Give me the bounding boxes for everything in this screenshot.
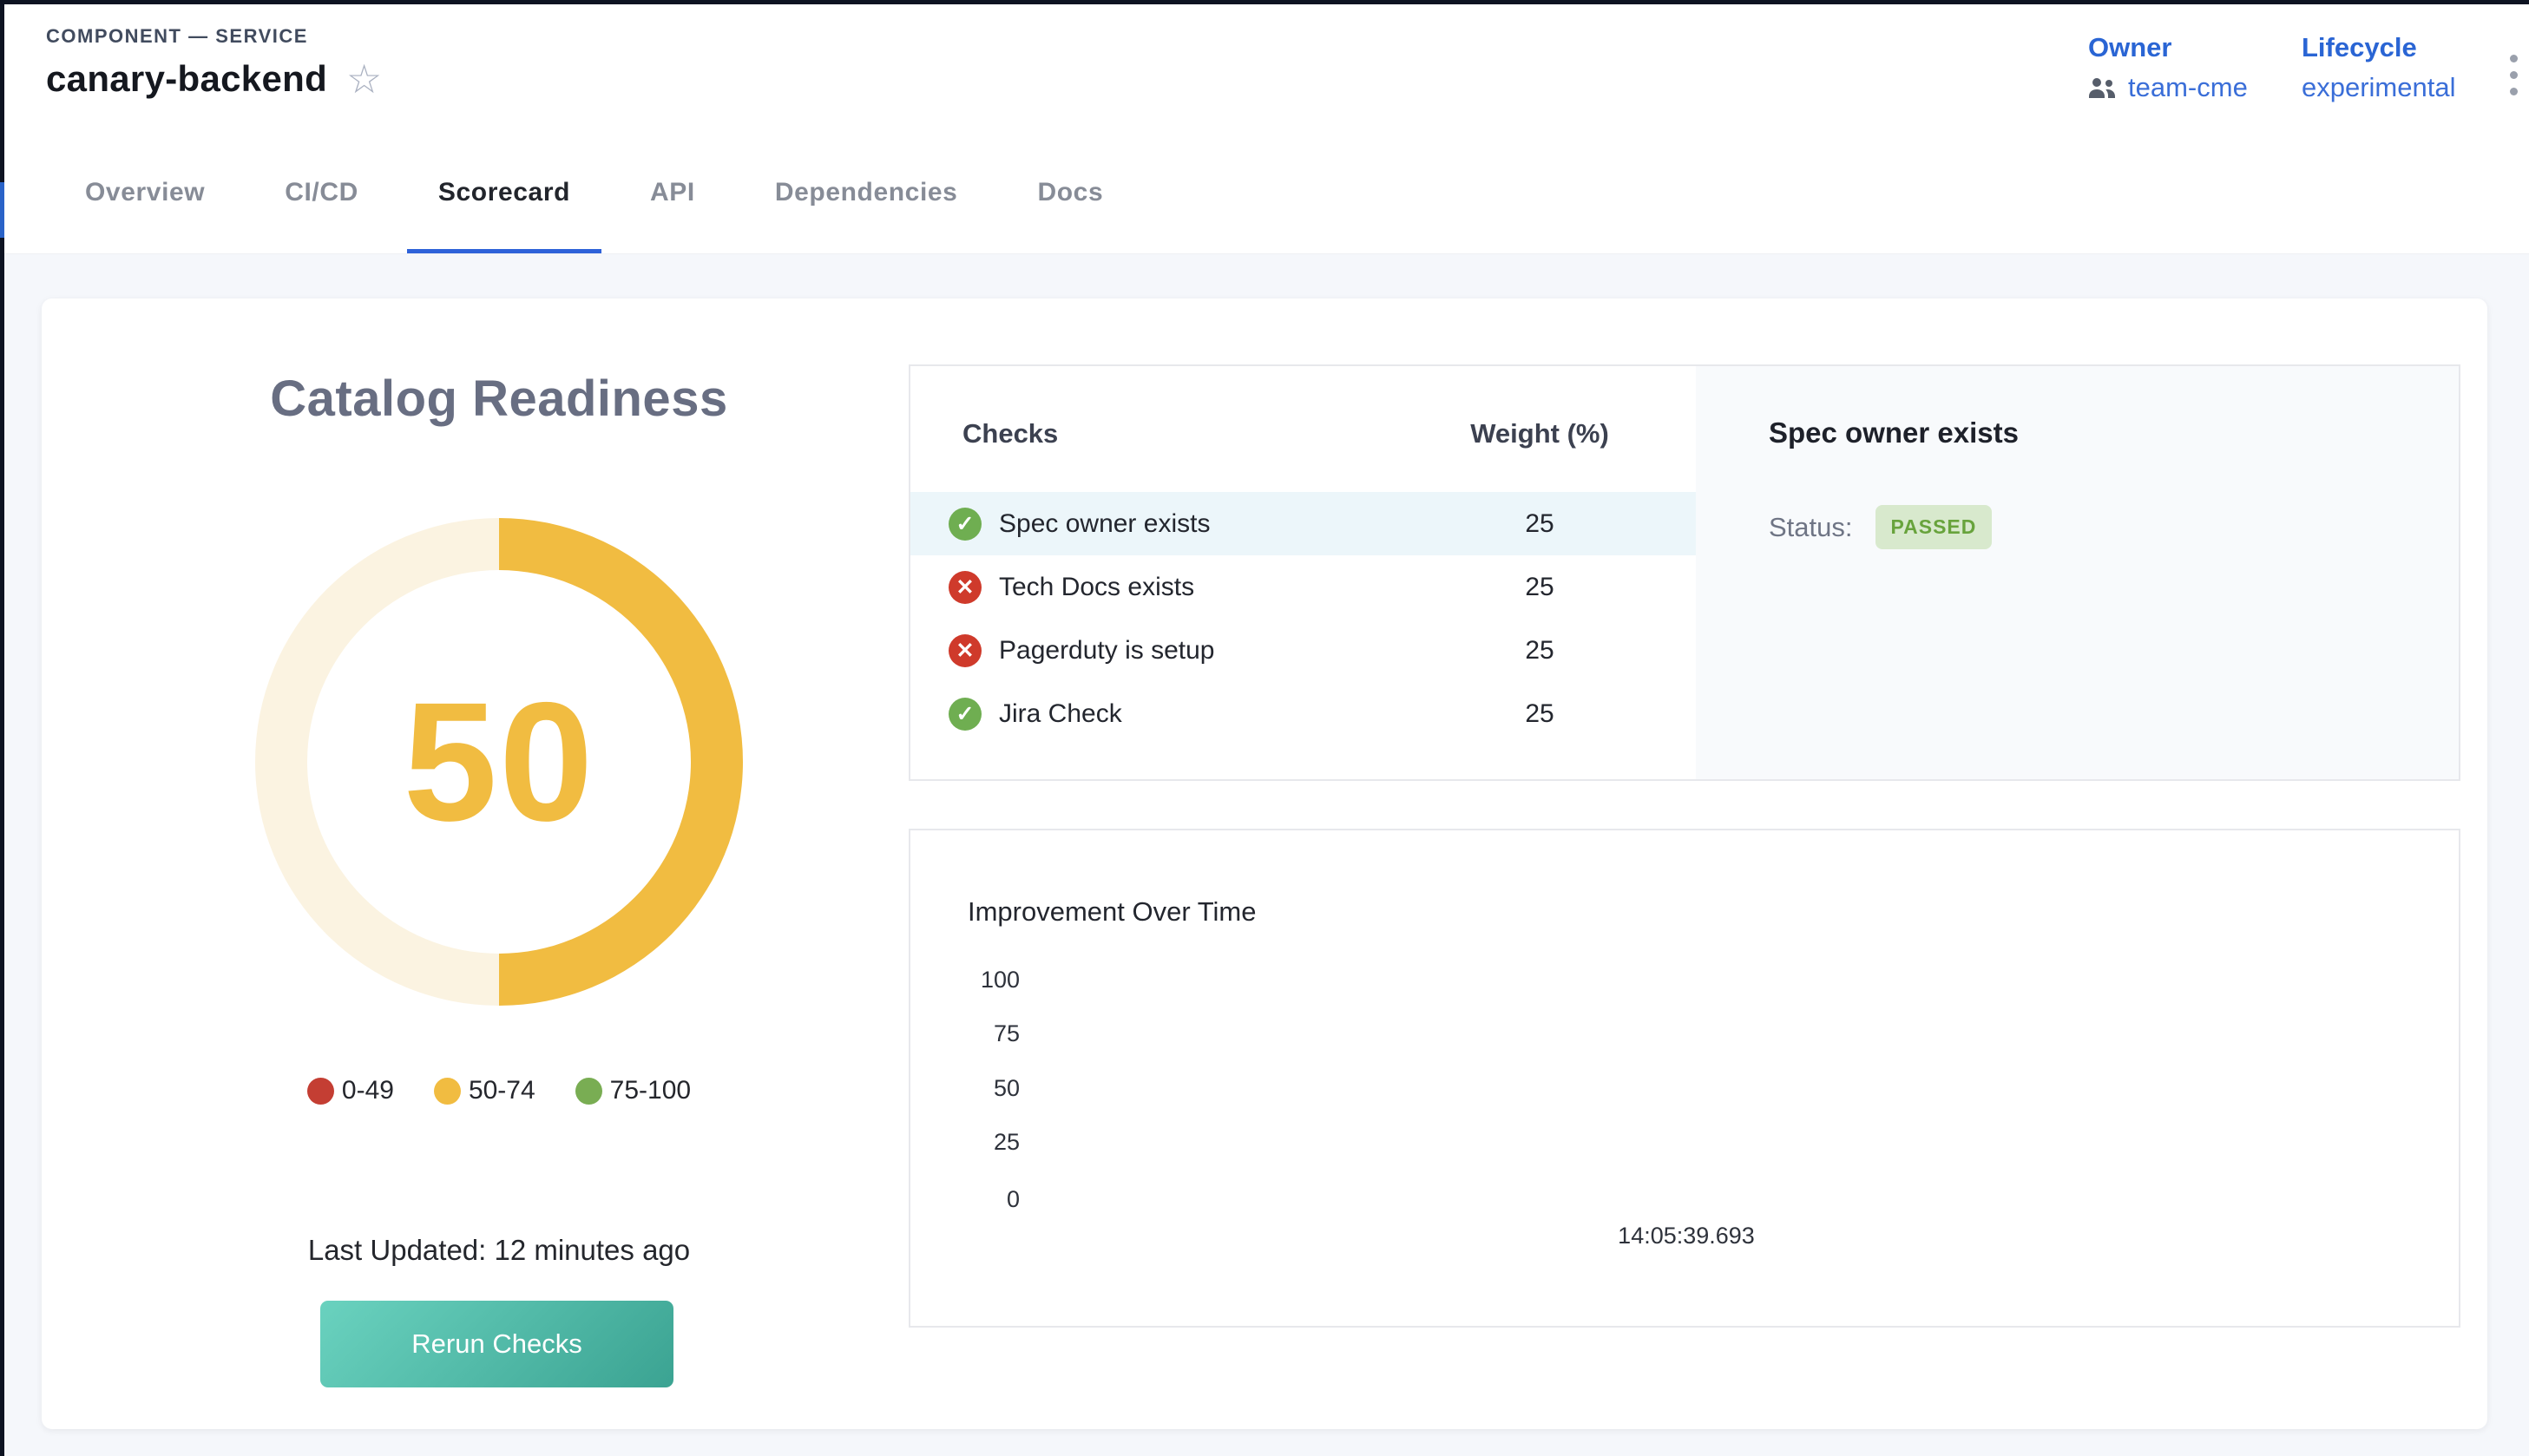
lifecycle-block: Lifecycle experimental <box>2302 32 2455 103</box>
legend-dot-yellow <box>434 1078 461 1105</box>
tab-scorecard[interactable]: Scorecard <box>398 131 610 253</box>
tab-overview[interactable]: Overview <box>45 131 245 253</box>
status-label: Status: <box>1769 512 1853 543</box>
team-icon <box>2088 77 2118 98</box>
rerun-checks-button[interactable]: Rerun Checks <box>320 1301 673 1387</box>
check-row-pagerduty[interactable]: ✕ Pagerduty is setup 25 <box>910 619 1696 682</box>
entity-kind-breadcrumb: COMPONENT — SERVICE <box>46 25 382 48</box>
entity-header: COMPONENT — SERVICE canary-backend ☆ Own… <box>0 4 2529 131</box>
legend-dot-red <box>307 1078 334 1105</box>
status-badge: PASSED <box>1875 505 1993 549</box>
x-axis-tick: 14:05:39.693 <box>1573 1223 1799 1249</box>
weight-column-header: Weight (%) <box>1435 418 1644 449</box>
entity-tabbar: Overview CI/CD Scorecard API Dependencie… <box>0 131 2529 254</box>
checks-table-header: Checks Weight (%) <box>910 366 1696 492</box>
scorecard-content-card: Catalog Readiness 50 0-49 50-74 75-100 L… <box>42 298 2487 1429</box>
check-failed-icon: ✕ <box>949 634 982 667</box>
window-left-accent <box>0 182 4 238</box>
y-axis-tick: 100 <box>945 967 1020 994</box>
improvement-chart-panel: Improvement Over Time 100 75 50 25 0 14:… <box>909 829 2460 1328</box>
y-axis-tick: 50 <box>945 1075 1020 1102</box>
check-passed-icon: ✓ <box>949 698 982 731</box>
checks-column-header: Checks <box>962 418 1435 449</box>
page-title: canary-backend <box>46 58 327 100</box>
legend-item-mid: 50-74 <box>434 1076 535 1105</box>
checks-table: Checks Weight (%) ✓ Spec owner exists 25… <box>910 366 1696 779</box>
tab-dependencies[interactable]: Dependencies <box>735 131 998 253</box>
window-top-edge <box>0 0 2529 4</box>
tab-docs[interactable]: Docs <box>997 131 1143 253</box>
check-detail-panel: Spec owner exists Status: PASSED <box>1696 366 2459 779</box>
check-row-spec-owner[interactable]: ✓ Spec owner exists 25 <box>910 492 1696 555</box>
y-axis-tick: 0 <box>945 1186 1020 1213</box>
y-axis-tick: 75 <box>945 1020 1020 1047</box>
legend-dot-green <box>575 1078 602 1105</box>
check-row-jira[interactable]: ✓ Jira Check 25 <box>910 682 1696 745</box>
legend-item-low: 0-49 <box>307 1076 394 1105</box>
chart-title: Improvement Over Time <box>968 896 1256 928</box>
gauge-legend: 0-49 50-74 75-100 <box>65 1076 933 1105</box>
app-window: COMPONENT — SERVICE canary-backend ☆ Own… <box>0 0 2529 1456</box>
check-failed-icon: ✕ <box>949 571 982 604</box>
check-passed-icon: ✓ <box>949 508 982 541</box>
entity-identity: COMPONENT — SERVICE canary-backend ☆ <box>46 25 382 100</box>
y-axis-tick: 25 <box>945 1129 1020 1156</box>
lifecycle-label: Lifecycle <box>2302 32 2455 63</box>
check-detail-title: Spec owner exists <box>1769 416 2407 449</box>
scorecard-title: Catalog Readiness <box>65 370 933 428</box>
checks-panel: Checks Weight (%) ✓ Spec owner exists 25… <box>909 364 2460 781</box>
tab-cicd[interactable]: CI/CD <box>245 131 398 253</box>
readiness-gauge: 50 <box>255 518 743 1006</box>
kebab-menu-icon[interactable] <box>2505 49 2523 101</box>
gauge-score-value: 50 <box>404 665 595 859</box>
favorite-star-icon[interactable]: ☆ <box>346 59 382 99</box>
owner-block: Owner team-cme <box>2088 32 2248 103</box>
owner-label: Owner <box>2088 32 2248 63</box>
tab-api[interactable]: API <box>610 131 735 253</box>
last-updated-text: Last Updated: 12 minutes ago <box>65 1234 933 1267</box>
lifecycle-value: experimental <box>2302 72 2455 103</box>
check-row-tech-docs[interactable]: ✕ Tech Docs exists 25 <box>910 555 1696 619</box>
owner-link[interactable]: team-cme <box>2128 72 2248 103</box>
legend-item-high: 75-100 <box>575 1076 691 1105</box>
